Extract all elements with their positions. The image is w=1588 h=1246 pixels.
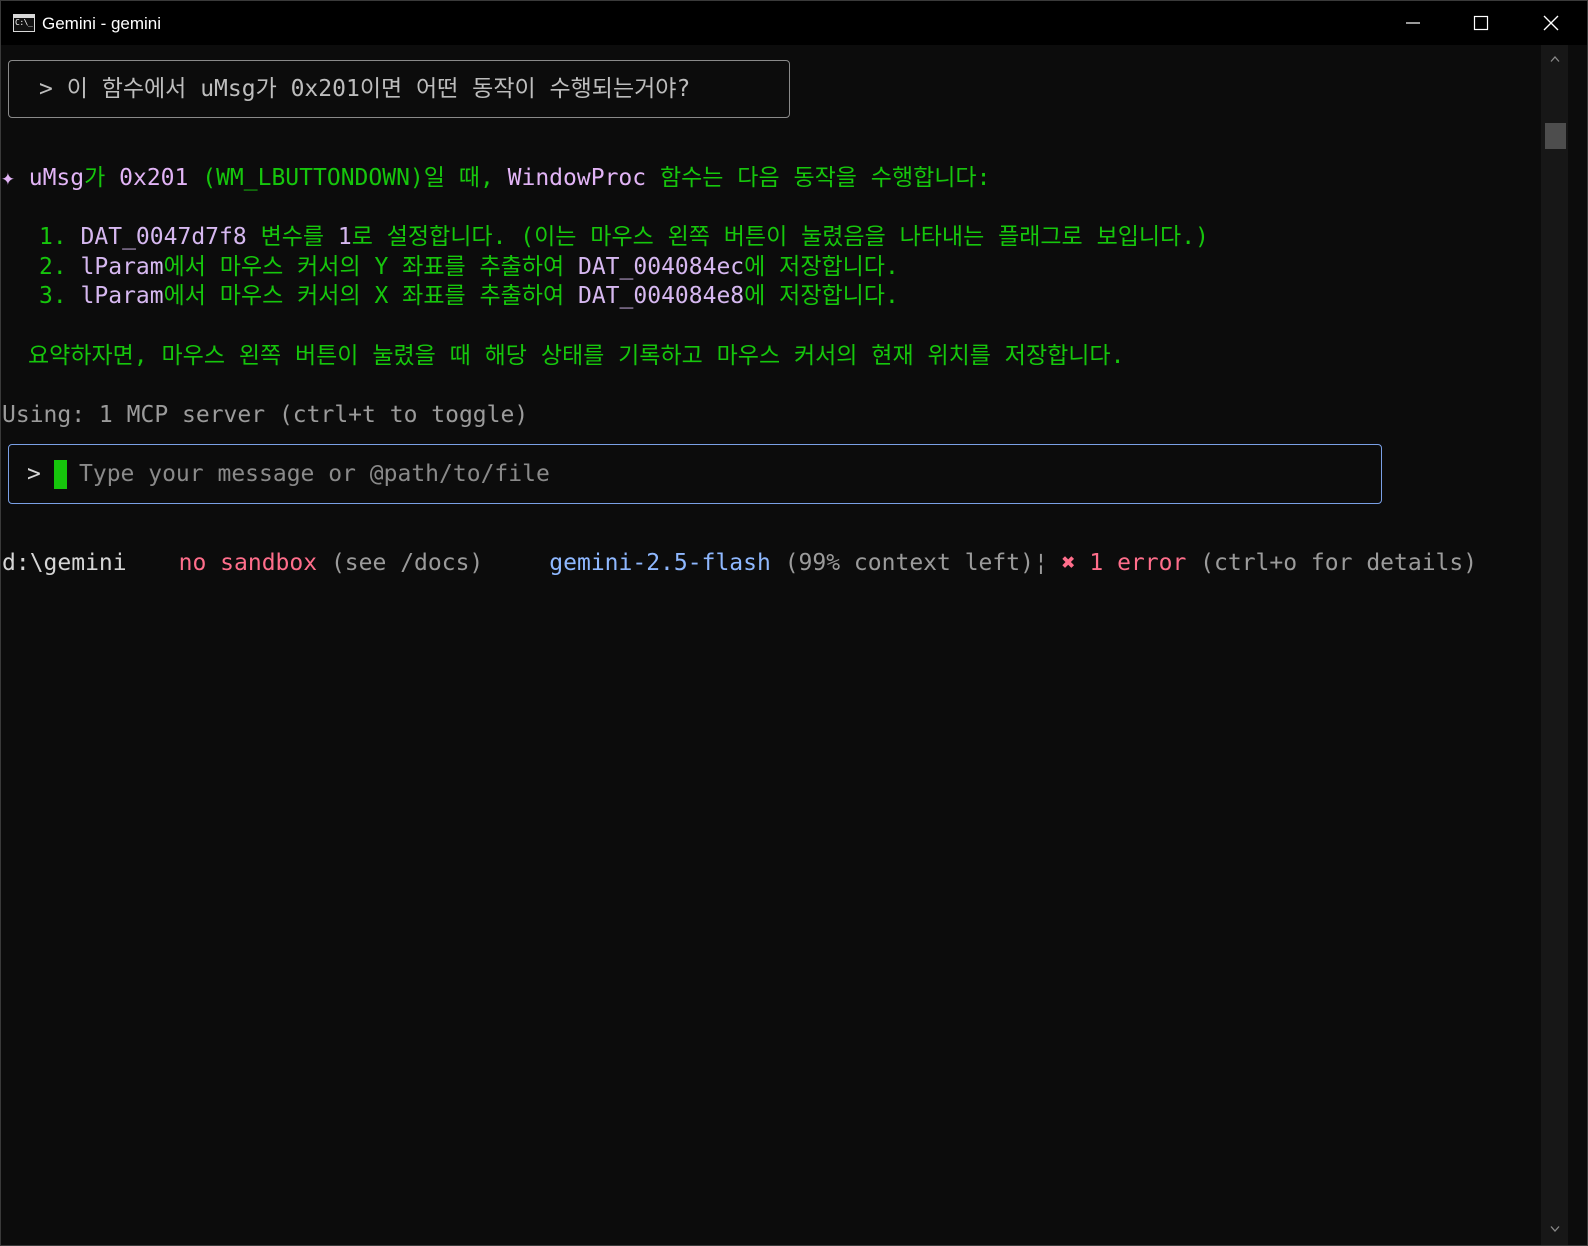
maximize-icon bbox=[1473, 15, 1489, 31]
user-prompt-text: > 이 함수에서 uMsg가 0x201이면 어떤 동작이 수행되는거야? bbox=[39, 76, 691, 102]
list-param: lParam bbox=[80, 283, 164, 309]
response-intro: ✦ uMsg가 0x201 (WM_LBUTTONDOWN)일 때, Windo… bbox=[1, 163, 990, 193]
list-number: 3. bbox=[39, 283, 81, 309]
sparkle-icon: ✦ bbox=[1, 165, 15, 191]
user-prompt-box: > 이 함수에서 uMsg가 0x201이면 어떤 동작이 수행되는거야? bbox=[8, 60, 790, 118]
scrollbar-thumb[interactable] bbox=[1545, 123, 1566, 149]
sandbox-hint: (see /docs) bbox=[317, 550, 484, 576]
close-icon bbox=[1543, 15, 1559, 31]
intro-ga: 가 bbox=[84, 165, 120, 191]
list-value: 1 bbox=[337, 224, 352, 250]
response-summary: 요약하자면, 마우스 왼쪽 버튼이 눌렸을 때 해당 상태를 기록하고 마우스 … bbox=[28, 343, 1125, 369]
sandbox-status: no sandbox bbox=[178, 550, 318, 576]
intro-umsg: uMsg bbox=[28, 165, 85, 191]
footer-separator: ¦ bbox=[1033, 550, 1048, 576]
list-item: 2. lParam에서 마우스 커서의 Y 좌표를 추출하여 DAT_00408… bbox=[39, 252, 899, 282]
list-param: lParam bbox=[80, 254, 164, 280]
message-input[interactable]: Type your message or @path/to/file bbox=[79, 459, 550, 489]
minimize-icon bbox=[1406, 22, 1420, 24]
window-title: Gemini - gemini bbox=[42, 14, 162, 33]
input-chevron: > bbox=[27, 461, 41, 487]
error-hint: (ctrl+o for details) bbox=[1186, 550, 1478, 576]
text-cursor bbox=[54, 460, 67, 489]
list-variable: DAT_004084ec bbox=[577, 254, 745, 280]
error-icon: ✖ bbox=[1061, 550, 1076, 576]
list-item: 3. lParam에서 마우스 커서의 X 좌표를 추출하여 DAT_00408… bbox=[39, 281, 899, 311]
list-variable: DAT_0047d7f8 bbox=[80, 224, 247, 250]
context-left: (99% context left) bbox=[770, 550, 1034, 576]
intro-hex: 0x201 bbox=[119, 165, 189, 191]
maximize-button[interactable] bbox=[1447, 1, 1515, 45]
message-input-box[interactable]: > Type your message or @path/to/file bbox=[8, 444, 1382, 504]
intro-tail: 함수는 다음 동작을 수행합니다: bbox=[646, 165, 991, 191]
list-text: 변수를 bbox=[246, 224, 338, 250]
console-app-icon: C:\_ bbox=[13, 14, 35, 32]
model-name: gemini-2.5-flash bbox=[549, 550, 771, 576]
terminal-window: C:\_ Gemini - gemini > 이 함수에서 uMsg가 0x20… bbox=[0, 0, 1588, 1246]
list-text: 에서 마우스 커서의 Y 좌표를 추출하여 bbox=[163, 254, 578, 280]
list-item: 1. DAT_0047d7f8 변수를 1로 설정합니다. (이는 마우스 왼쪽… bbox=[39, 222, 1209, 252]
list-text: 로 설정합니다. (이는 마우스 왼쪽 버튼이 눌렸음을 나타내는 플래그로 보… bbox=[351, 224, 1209, 250]
list-number: 2. bbox=[39, 254, 81, 280]
intro-wm: (WM_LBUTTONDOWN)일 때, bbox=[188, 165, 508, 191]
list-text: 에 저장합니다. bbox=[744, 254, 899, 280]
intro-proc: WindowProc bbox=[507, 165, 647, 191]
close-button[interactable] bbox=[1517, 1, 1585, 45]
list-text: 에서 마우스 커서의 X 좌표를 추출하여 bbox=[163, 283, 578, 309]
mcp-status: Using: 1 MCP server (ctrl+t to toggle) bbox=[2, 402, 529, 428]
arrow-up-icon[interactable] bbox=[1550, 55, 1560, 63]
arrow-down-icon[interactable] bbox=[1550, 1225, 1560, 1233]
vertical-scrollbar[interactable] bbox=[1541, 45, 1568, 1245]
error-count[interactable]: 1 error bbox=[1076, 550, 1186, 576]
terminal-output[interactable]: > 이 함수에서 uMsg가 0x201이면 어떤 동작이 수행되는거야? ✦ … bbox=[1, 45, 1561, 1245]
list-text: 에 저장합니다. bbox=[744, 283, 899, 309]
list-number: 1. bbox=[39, 224, 81, 250]
title-bar[interactable]: C:\_ Gemini - gemini bbox=[1, 1, 1587, 45]
status-footer: d:\gemini no sandbox (see /docs) gemini-2.… bbox=[2, 548, 1477, 578]
current-path: d:\gemini bbox=[2, 550, 127, 576]
minimize-button[interactable] bbox=[1379, 1, 1447, 45]
list-variable: DAT_004084e8 bbox=[577, 283, 745, 309]
